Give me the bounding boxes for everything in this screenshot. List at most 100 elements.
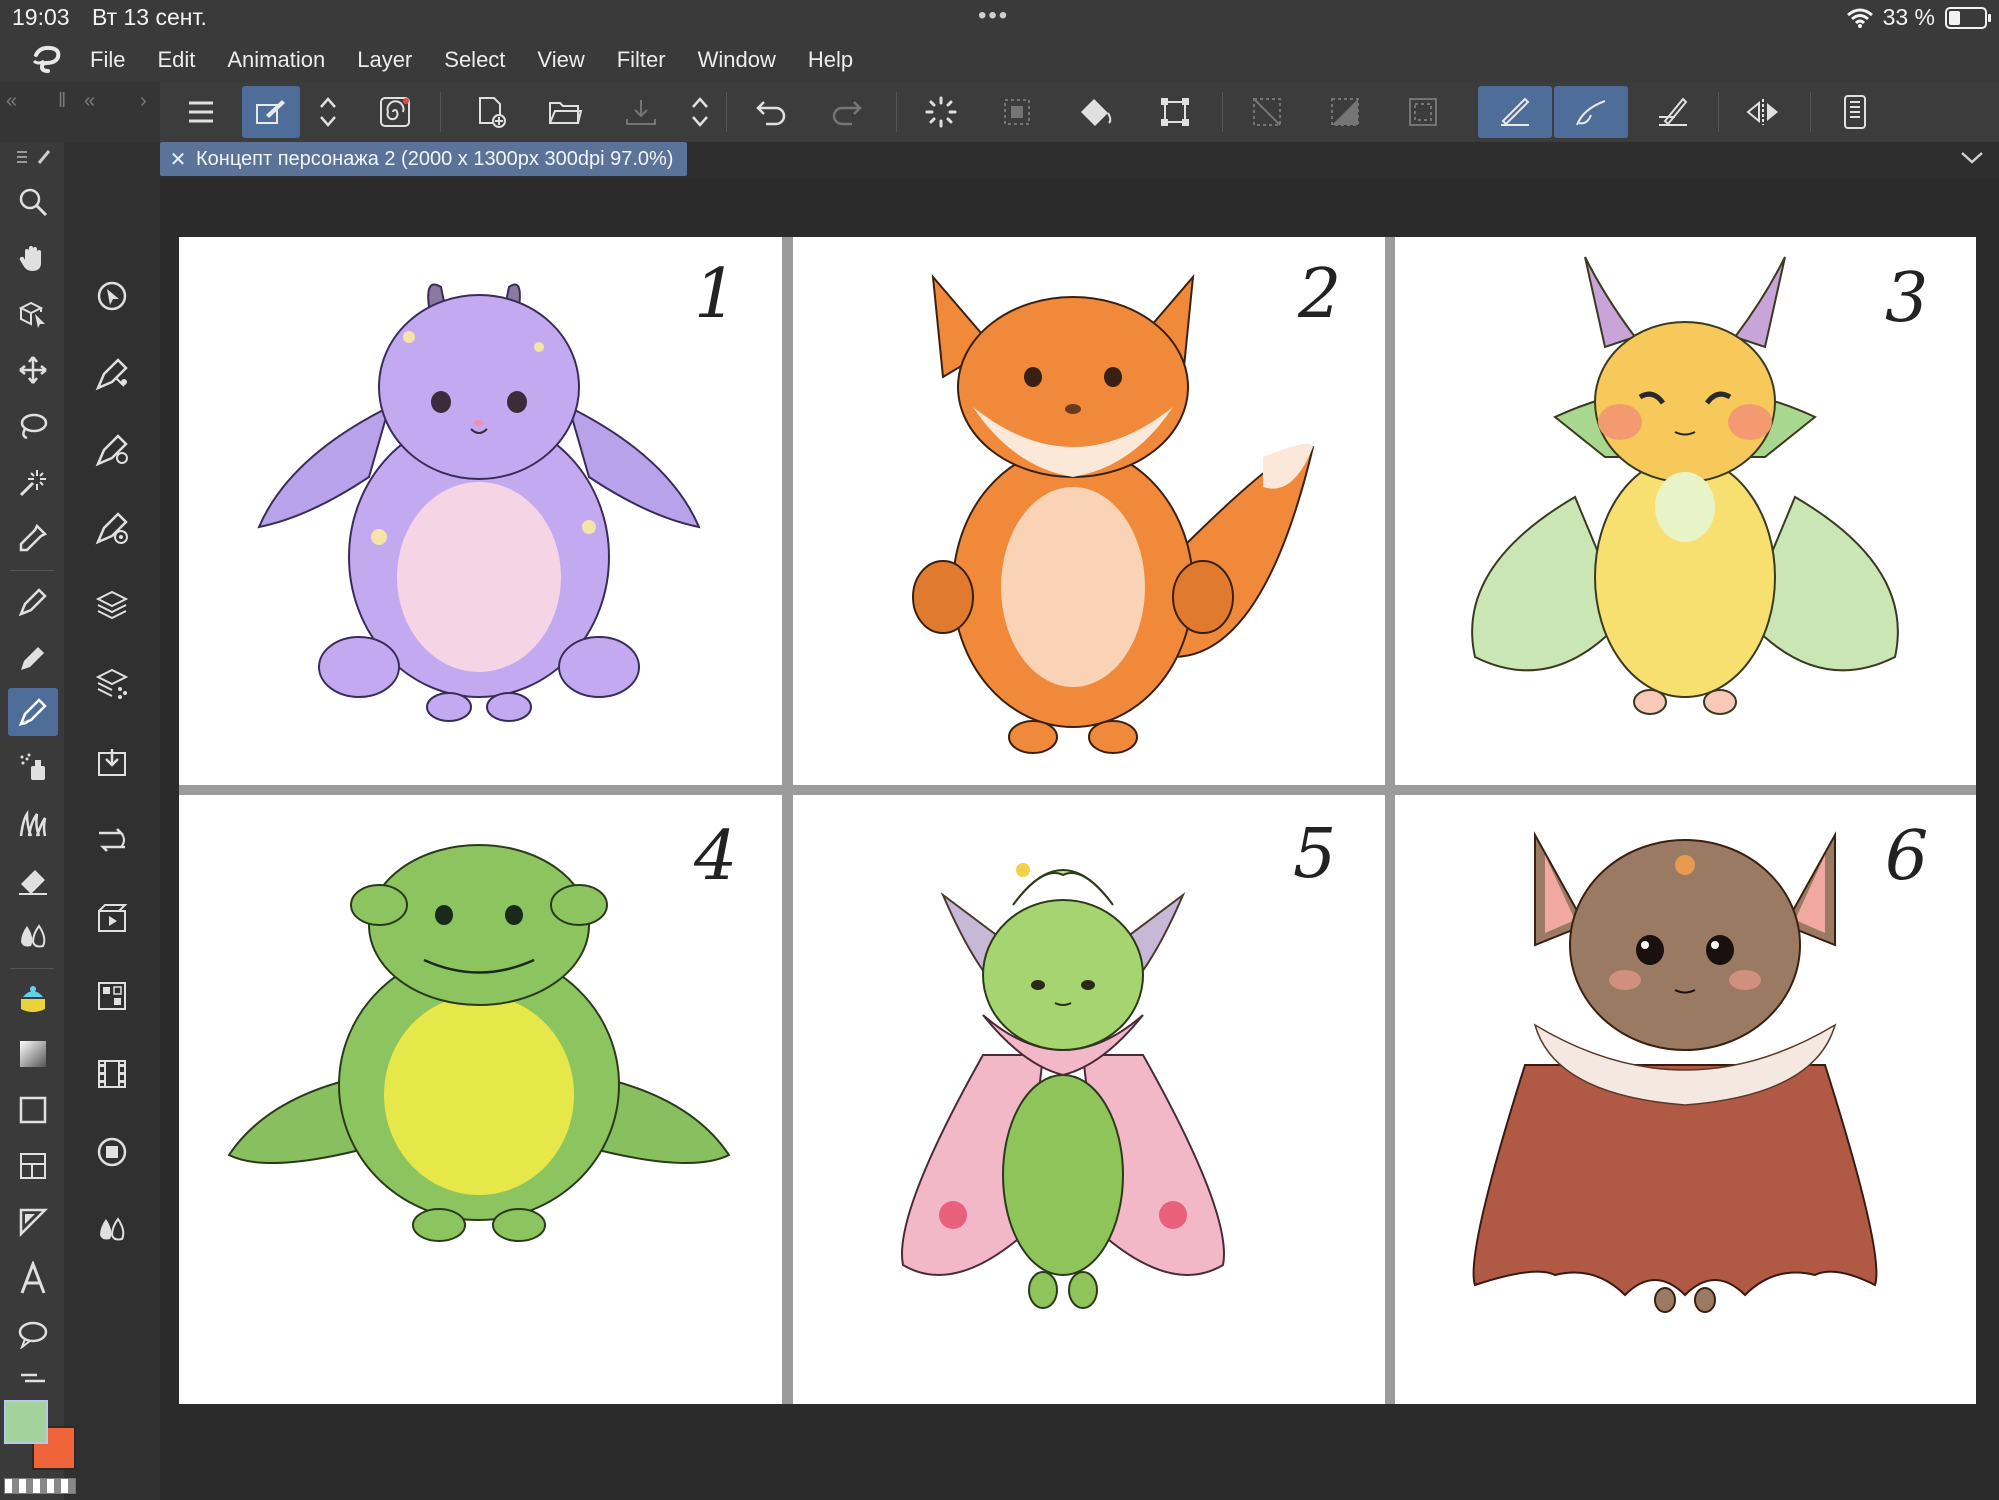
document-tab-strip: ✕ Концепт персонажа 2 (2000 x 1300px 300… (160, 142, 1999, 178)
panel-1[interactable]: 1 (179, 237, 782, 785)
fill-bucket-icon[interactable] (1066, 86, 1124, 138)
frame-border-icon[interactable] (8, 1142, 58, 1190)
menu-select[interactable]: Select (428, 38, 521, 82)
open-folder-icon[interactable] (536, 86, 594, 138)
menu-filter[interactable]: Filter (601, 38, 682, 82)
up-down-icon-2[interactable] (682, 86, 718, 138)
blend-icon[interactable] (8, 912, 58, 960)
correct-line-icon[interactable] (8, 1366, 58, 1396)
eraser-icon[interactable] (8, 856, 58, 904)
tool-palette-menu-icon[interactable] (8, 142, 58, 172)
status-bar: 19:03 Вт 13 сент. ••• 33 % (0, 0, 1999, 38)
panel-6[interactable]: 6 (1395, 795, 1976, 1404)
gradient-icon[interactable] (8, 1030, 58, 1078)
brush-icon[interactable] (8, 688, 58, 736)
panel-collapse-controls: « ‖ « › (0, 82, 160, 142)
menu-edit[interactable]: Edit (141, 38, 211, 82)
airbrush-icon[interactable] (8, 744, 58, 792)
import-icon[interactable] (86, 736, 138, 788)
wifi-icon (1846, 8, 1873, 28)
panel-2[interactable]: 2 (793, 237, 1385, 785)
close-icon[interactable]: ✕ (168, 147, 188, 172)
magic-wand-icon[interactable] (8, 458, 58, 506)
menu-animation[interactable]: Animation (211, 38, 341, 82)
purple-bunny-creature (257, 283, 701, 722)
collapse-left-icon[interactable]: « (6, 90, 17, 113)
panel-3[interactable]: 3 (1395, 237, 1976, 785)
film-icon[interactable] (86, 1048, 138, 1100)
menu-icon[interactable] (172, 86, 230, 138)
redo-icon[interactable] (818, 86, 876, 138)
menu-layer[interactable]: Layer (341, 38, 428, 82)
chevron-down-icon[interactable] (1959, 146, 1985, 173)
menu-bar: File Edit Animation Layer Select View Fi… (0, 38, 1999, 82)
menu-view[interactable]: View (521, 38, 600, 82)
multitasking-dots[interactable]: ••• (978, 2, 1009, 30)
save-icon[interactable] (612, 86, 670, 138)
text-icon[interactable] (8, 1254, 58, 1302)
orange-fox-creature (912, 273, 1315, 754)
clip-studio-logo-icon[interactable] (22, 38, 74, 82)
color-swatches (4, 1400, 76, 1472)
fill-icon[interactable] (8, 974, 58, 1022)
pencil-icon[interactable] (8, 634, 58, 682)
selection-border-icon[interactable] (1394, 86, 1452, 138)
hand-icon[interactable] (8, 234, 58, 282)
yellow-moth-creature (1471, 256, 1899, 715)
invert-selection-icon[interactable] (1316, 86, 1374, 138)
selection-area-icon[interactable] (988, 86, 1046, 138)
move-icon[interactable] (8, 346, 58, 394)
canvas-paper[interactable]: 1 2 3 4 5 6 (179, 237, 1976, 1404)
flip-horizontal-icon[interactable] (1734, 86, 1792, 138)
expand-icon[interactable]: › (140, 90, 147, 113)
sub-tool-pen-c-icon[interactable] (86, 502, 138, 554)
layers-icon[interactable] (86, 580, 138, 632)
layer-property-icon[interactable] (86, 658, 138, 710)
auto-action-icon[interactable] (86, 814, 138, 866)
document-tab[interactable]: ✕ Концепт персонажа 2 (2000 x 1300px 300… (160, 142, 688, 176)
figure-icon[interactable] (8, 1086, 58, 1134)
marching-ants-icon[interactable] (912, 86, 970, 138)
sub-tool-pointer-icon[interactable] (86, 270, 138, 322)
menu-window[interactable]: Window (682, 38, 792, 82)
material-icon[interactable] (86, 970, 138, 1022)
pressure-spiral-icon[interactable] (366, 86, 424, 138)
menu-file[interactable]: File (74, 38, 141, 82)
leaf-fairy-creature (901, 863, 1225, 1309)
document-tab-title: Концепт персонажа 2 (2000 x 1300px 300dp… (196, 147, 674, 170)
device-icon[interactable] (1826, 86, 1884, 138)
pen-stabilizer-icon[interactable] (1478, 86, 1552, 138)
brush-curve-icon[interactable] (1554, 86, 1628, 138)
object-select-icon[interactable] (8, 290, 58, 338)
deselect-icon[interactable] (1238, 86, 1296, 138)
balloon-icon[interactable] (8, 1310, 58, 1358)
transform-icon[interactable] (1146, 86, 1204, 138)
toggle-pen-mode-icon[interactable] (242, 86, 300, 138)
sub-tool-pen-a-icon[interactable] (86, 348, 138, 400)
animation-timeline-icon[interactable] (86, 892, 138, 944)
collapse-sub-icon[interactable]: « (84, 90, 95, 113)
sub-tool-palette (64, 142, 160, 1500)
pen-icon[interactable] (8, 578, 58, 626)
status-date: Вт 13 сент. (92, 4, 207, 30)
zoom-icon[interactable] (8, 178, 58, 226)
color-mix-icon[interactable] (86, 1204, 138, 1256)
status-time: 19:03 (12, 4, 70, 30)
tool-palette (0, 142, 64, 1500)
menu-help[interactable]: Help (792, 38, 869, 82)
new-canvas-icon[interactable] (462, 86, 520, 138)
eyedropper-icon[interactable] (8, 514, 58, 562)
transparent-color-swatch[interactable] (4, 1478, 76, 1494)
panel-5[interactable]: 5 (793, 795, 1385, 1404)
sub-tool-pen-b-icon[interactable] (86, 424, 138, 476)
ruler-icon[interactable] (8, 1198, 58, 1246)
undo-icon[interactable] (742, 86, 800, 138)
navigator-icon[interactable] (86, 1126, 138, 1178)
ruler-snap-icon[interactable] (1644, 86, 1702, 138)
decoration-icon[interactable] (8, 800, 58, 848)
brown-bat-creature (1472, 831, 1878, 1313)
main-color-swatch[interactable] (4, 1400, 48, 1444)
lasso-icon[interactable] (8, 402, 58, 450)
panel-4[interactable]: 4 (179, 795, 782, 1404)
up-down-icon[interactable] (308, 86, 348, 138)
